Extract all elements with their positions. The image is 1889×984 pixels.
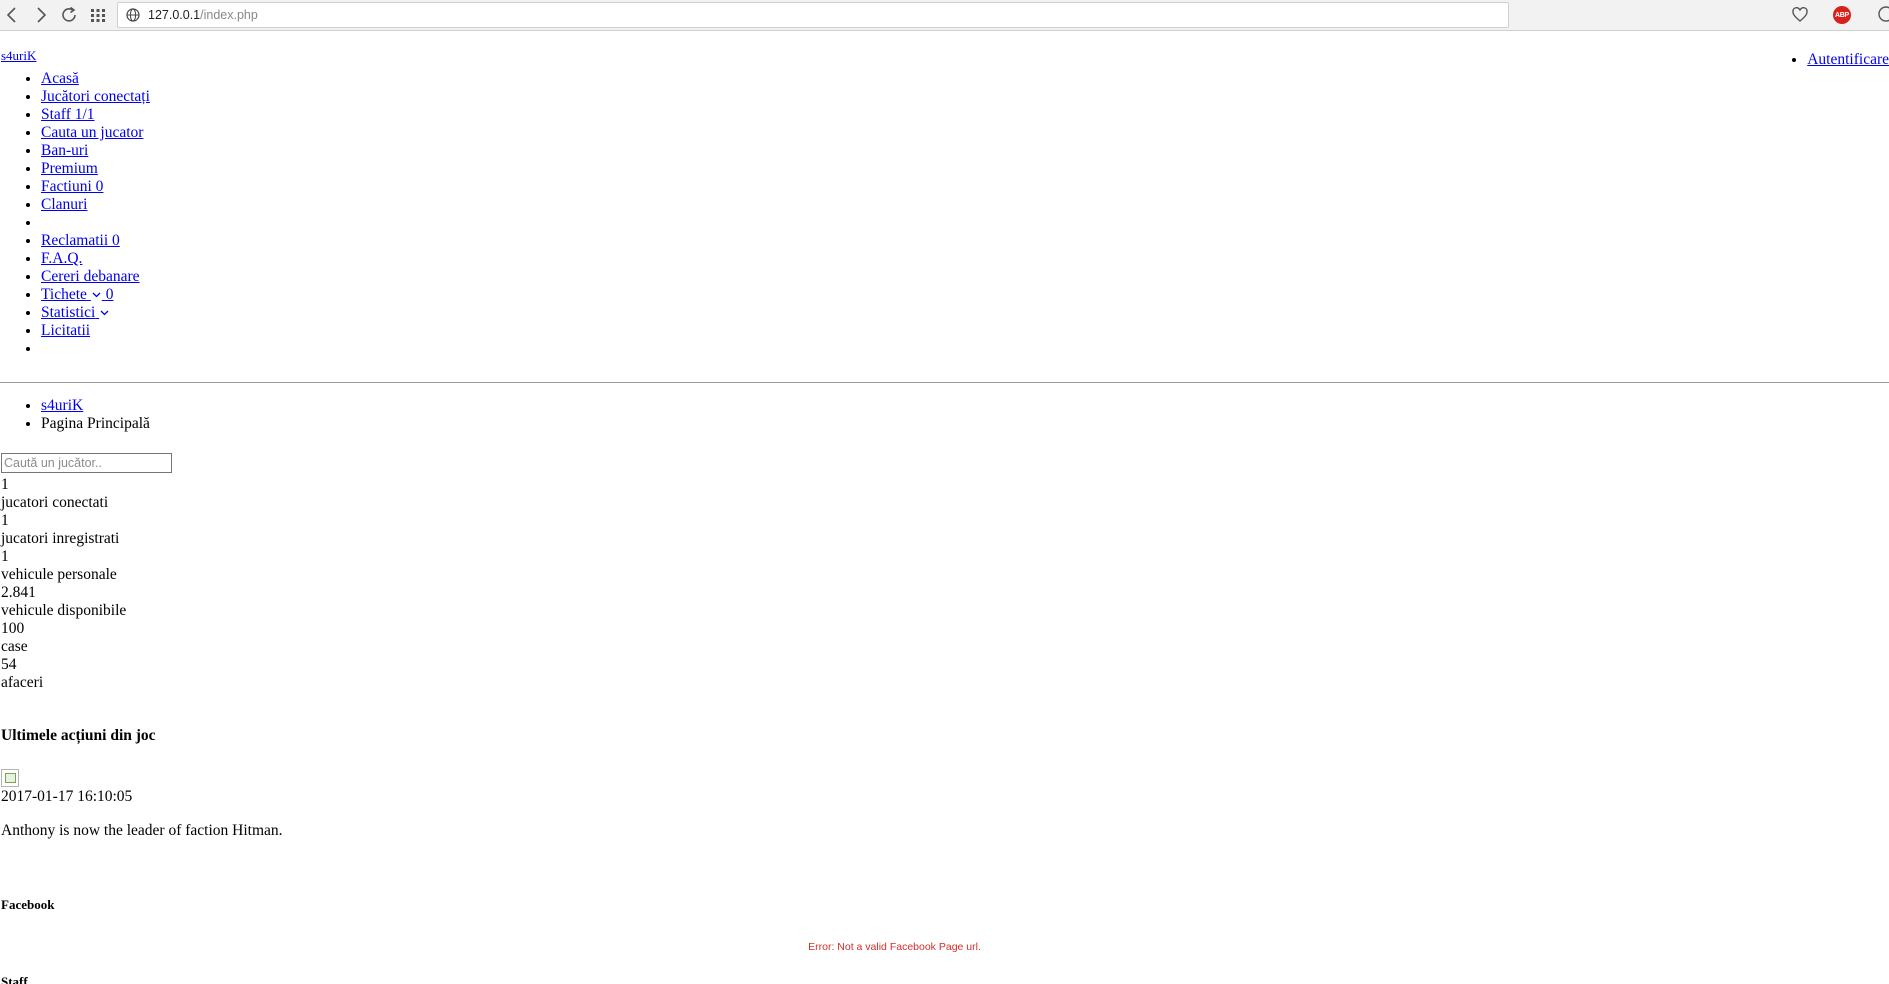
breadcrumb-home-link[interactable]: s4uriK	[41, 397, 83, 414]
nav-link-statistics[interactable]: Statistici	[41, 304, 110, 321]
clock-icon	[1878, 6, 1889, 22]
nav-item-bans: Ban-uri	[41, 142, 150, 160]
account-menu-item: Autentificare	[1807, 51, 1889, 69]
bookmark-button[interactable]	[1789, 4, 1811, 26]
nav-link-complaints[interactable]: Reclamatii 0	[41, 232, 120, 249]
recent-actions-title: Ultimele acțiuni din joc	[1, 727, 156, 744]
chevron-down-icon	[92, 292, 101, 298]
stat-label: vehicule disponibile	[1, 602, 127, 619]
login-link[interactable]: Autentificare	[1807, 51, 1889, 68]
nav-item-search-player: Cauta un jucator	[41, 124, 150, 142]
nav-link-auctions[interactable]: Licitatii	[41, 322, 90, 339]
back-button[interactable]	[1, 4, 23, 26]
action-message: Anthony is now the leader of faction Hit…	[1, 822, 283, 839]
nav-item-factions: Factiuni 0	[41, 178, 150, 196]
player-search-input[interactable]	[1, 453, 172, 473]
reload-icon	[62, 6, 76, 22]
nav-link-tickets[interactable]: Tichete 0	[41, 286, 113, 303]
url-path: /index.php	[200, 8, 258, 22]
facebook-title: Facebook	[1, 897, 55, 912]
back-arrow-icon	[6, 7, 16, 23]
nav-item-online-players: Jucători conectați	[41, 88, 150, 106]
speed-dial-button[interactable]	[87, 4, 109, 26]
nav-item-faq: F.A.Q.	[41, 250, 150, 268]
nav-link-staff[interactable]: Staff 1/1	[41, 106, 95, 123]
nav-link-bans[interactable]: Ban-uri	[41, 142, 88, 159]
nav-link-search-player[interactable]: Cauta un jucator	[41, 124, 143, 141]
stat-label: afaceri	[1, 674, 44, 691]
broken-image-icon	[1, 769, 19, 787]
nav-item-clans: Clanuri	[41, 196, 150, 214]
nav-statistics-label: Statistici	[41, 304, 96, 321]
nav-link-unban-requests[interactable]: Cereri debanare	[41, 268, 140, 285]
nav-item-complaints: Reclamatii 0	[41, 232, 150, 250]
main-nav: Acasă Jucători conectați Staff 1/1 Cauta…	[0, 70, 150, 358]
stat-label: jucatori conectati	[1, 494, 109, 511]
breadcrumb-item: s4uriK	[41, 397, 150, 415]
stat-value: 1	[1, 512, 9, 529]
nav-item-unban-requests: Cereri debanare	[41, 268, 150, 286]
nav-item-staff: Staff 1/1	[41, 106, 150, 124]
nav-link-online-players[interactable]: Jucători conectați	[41, 88, 150, 105]
nav-item-statistics: Statistici	[41, 304, 150, 322]
stat-value: 1	[1, 476, 9, 493]
account-menu: Autentificare	[1787, 51, 1889, 69]
reload-button[interactable]	[58, 4, 80, 26]
nav-item-empty	[41, 214, 150, 232]
nav-link-faq[interactable]: F.A.Q.	[41, 250, 82, 267]
stat-value: 54	[1, 656, 17, 673]
url-host: 127.0.0.1	[148, 8, 201, 22]
page-content: s4uriK Autentificare Acasă Jucători cone…	[0, 31, 1889, 984]
stat-value: 100	[1, 620, 25, 637]
stat-label: jucatori inregistrati	[1, 530, 120, 547]
nav-link-premium[interactable]: Premium	[41, 160, 98, 177]
nav-item-home: Acasă	[41, 70, 150, 88]
globe-icon	[125, 7, 141, 23]
history-button[interactable]	[1877, 5, 1889, 23]
heart-icon	[1792, 7, 1808, 22]
nav-item-tickets: Tichete 0	[41, 286, 150, 304]
staff-title: Staff	[1, 974, 28, 984]
stat-label: vehicule personale	[1, 566, 117, 583]
facebook-error: Error: Not a valid Facebook Page url.	[808, 941, 981, 953]
forward-arrow-icon	[37, 7, 47, 23]
stat-label: case	[1, 638, 28, 655]
nav-item-premium: Premium	[41, 160, 150, 178]
nav-link-clans[interactable]: Clanuri	[41, 196, 88, 213]
nav-tickets-label: Tichete	[41, 286, 87, 303]
stat-value: 2.841	[1, 584, 36, 601]
breadcrumb-current: Pagina Principală	[41, 415, 150, 432]
chevron-down-icon	[100, 310, 109, 316]
server-stats: 1 jucatori conectati 1 jucatori inregist…	[1, 476, 126, 692]
action-timestamp: 2017-01-17 16:10:05	[1, 788, 133, 805]
adblock-icon[interactable]: ABP	[1833, 6, 1851, 24]
breadcrumb: s4uriK Pagina Principală	[0, 397, 150, 433]
nav-link-factions[interactable]: Factiuni 0	[41, 178, 103, 195]
grid-icon	[91, 9, 105, 22]
nav-link-home[interactable]: Acasă	[41, 70, 79, 87]
address-bar[interactable]: 127.0.0.1/index.php	[117, 2, 1509, 28]
stat-value: 1	[1, 548, 9, 565]
brand-link[interactable]: s4uriK	[1, 48, 36, 64]
browser-toolbar: 127.0.0.1/index.php ABP	[0, 0, 1889, 31]
divider	[0, 382, 1889, 383]
forward-button[interactable]	[30, 4, 52, 26]
breadcrumb-item: Pagina Principală	[41, 415, 150, 433]
nav-item-empty-2	[41, 340, 150, 358]
nav-tickets-count: 0	[105, 286, 114, 303]
nav-item-auctions: Licitatii	[41, 322, 150, 340]
